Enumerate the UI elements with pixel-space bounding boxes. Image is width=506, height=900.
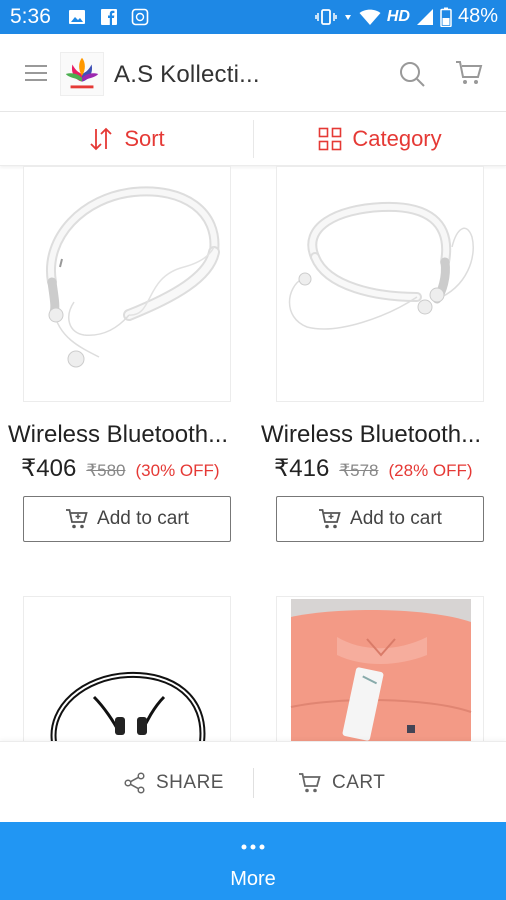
price-row: ₹406 ₹580 (30% OFF) <box>21 454 220 483</box>
status-bar: 5:36 HD 48% <box>0 0 506 34</box>
add-to-cart-button[interactable]: Add to cart <box>276 496 484 542</box>
add-to-cart-label: Add to cart <box>350 508 442 529</box>
add-to-cart-label: Add to cart <box>97 508 189 529</box>
neckband-headphones-image <box>288 201 474 330</box>
cart-label: CART <box>332 771 386 793</box>
product-title[interactable]: Wireless Bluetooth... <box>8 421 228 449</box>
wifi-icon <box>359 9 381 25</box>
add-to-cart-button[interactable]: Add to cart <box>23 496 231 542</box>
product-discount: (28% OFF) <box>388 461 473 480</box>
cart-button[interactable]: CART <box>298 742 385 823</box>
product-mrp: ₹580 <box>86 461 126 480</box>
category-label: Category <box>352 126 442 151</box>
neckband-headphones-image <box>45 186 220 368</box>
product-mrp: ₹578 <box>339 461 379 480</box>
battery-icon <box>440 7 452 27</box>
status-right: HD 48% <box>315 5 498 28</box>
vibrate-icon <box>315 8 337 25</box>
signal-icon <box>416 8 433 25</box>
product-discount: (30% OFF) <box>135 461 220 480</box>
facebook-notification-icon <box>101 9 117 25</box>
cart-icon <box>299 772 321 792</box>
store-logo[interactable] <box>60 52 104 96</box>
category-grid-icon <box>319 127 342 151</box>
cart-icon <box>66 509 88 529</box>
product-card[interactable] <box>253 596 506 741</box>
app-notification-icon <box>131 8 149 26</box>
product-image[interactable] <box>276 596 484 741</box>
price-row: ₹416 ₹578 (28% OFF) <box>274 454 473 483</box>
product-card[interactable]: Wireless Bluetooth... ₹416 ₹578 (28% OFF… <box>253 166 506 556</box>
shirt-image <box>290 599 472 741</box>
product-image[interactable] <box>276 166 484 402</box>
product-price: ₹416 <box>274 455 330 482</box>
network-type-label: HD <box>386 7 410 25</box>
data-arrows-icon <box>344 14 351 20</box>
menu-icon[interactable] <box>24 63 48 83</box>
product-price: ₹406 <box>21 455 77 482</box>
cart-icon <box>319 509 341 529</box>
sort-icon <box>90 127 112 151</box>
share-cart-bar: SHARE CART <box>0 741 506 822</box>
share-label: SHARE <box>156 771 224 793</box>
category-button[interactable]: Category <box>254 112 506 166</box>
earphones-image <box>50 671 206 741</box>
product-title[interactable]: Wireless Bluetooth... <box>261 421 481 449</box>
product-image[interactable] <box>23 596 231 741</box>
product-image[interactable] <box>23 166 231 402</box>
gallery-notification-icon <box>69 10 85 24</box>
filter-bar: Sort Category <box>0 112 506 166</box>
sort-label: Sort <box>124 126 165 151</box>
status-time: 5:36 <box>10 5 51 28</box>
more-dots-icon <box>241 844 265 850</box>
battery-percent: 48% <box>457 5 498 27</box>
product-card[interactable] <box>0 596 253 741</box>
share-button[interactable]: SHARE <box>124 742 224 823</box>
app-bar: A.S Kollecti... <box>0 34 506 112</box>
more-bar[interactable]: More <box>0 822 506 900</box>
action-divider <box>253 768 254 798</box>
more-label: More <box>230 868 276 890</box>
sort-button[interactable]: Sort <box>0 112 253 166</box>
share-icon <box>124 771 145 794</box>
store-title: A.S Kollecti... <box>114 61 260 88</box>
search-icon[interactable] <box>398 60 426 88</box>
cart-icon[interactable] <box>454 59 484 87</box>
product-card[interactable]: Wireless Bluetooth... ₹406 ₹580 (30% OFF… <box>0 166 253 556</box>
